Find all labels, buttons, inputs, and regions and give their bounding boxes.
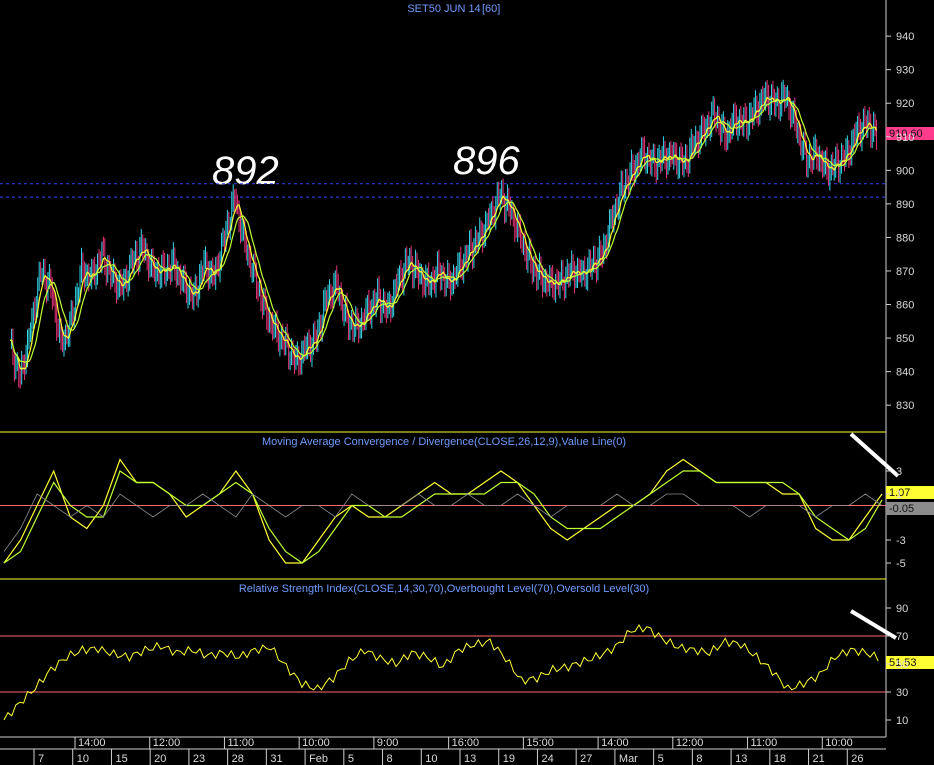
time-tick-label: 12:00: [153, 737, 181, 749]
rsi-chart-title: Relative Strength Index(CLOSE,14,30,70),…: [239, 583, 649, 595]
date-tick-label: 5: [658, 753, 664, 765]
date-tick-label: 26: [851, 753, 863, 765]
price-tick-label: 890: [896, 199, 914, 211]
date-tick-label: 19: [503, 753, 515, 765]
date-tick-label: 28: [232, 753, 244, 765]
price-tick-label: 920: [896, 98, 914, 110]
price-tick-label: 900: [896, 165, 914, 177]
price-tick-label: 840: [896, 367, 914, 379]
plot-background: [0, 0, 886, 765]
date-tick-label: 10: [425, 753, 437, 765]
annotation-892: 892: [212, 149, 279, 193]
price-tick-label: 860: [896, 300, 914, 312]
macd-tick-label: 1: [896, 489, 902, 501]
date-tick-label: Mar: [619, 753, 638, 765]
price-tick-label: 940: [896, 31, 914, 43]
time-tick-label: 16:00: [452, 737, 480, 749]
time-tick-label: 10:00: [825, 737, 853, 749]
date-tick-label: 23: [193, 753, 205, 765]
date-tick-label: 15: [115, 753, 127, 765]
rsi-tick-label: 10: [896, 715, 908, 727]
date-tick-label: 13: [464, 753, 476, 765]
price-tick-label: 930: [896, 65, 914, 77]
time-tick-label: 12:00: [676, 737, 704, 749]
date-tick-label: 20: [154, 753, 166, 765]
price-tick-label: 850: [896, 333, 914, 345]
macd-chart-title: Moving Average Convergence / Divergence(…: [262, 436, 626, 448]
time-tick-label: 14:00: [601, 737, 629, 749]
date-tick-label: 18: [774, 753, 786, 765]
date-tick-label: 24: [541, 753, 553, 765]
price-chart-interval: [60]: [482, 3, 500, 15]
price-tick-label: 880: [896, 232, 914, 244]
macd-tick-label: -3: [896, 535, 906, 547]
price-tick-label: 830: [896, 400, 914, 412]
price-tick-label: 870: [896, 266, 914, 278]
price-tick-label: 910: [896, 132, 914, 144]
date-tick-label: 21: [813, 753, 825, 765]
time-tick-label: 14:00: [78, 737, 106, 749]
date-tick-label: 10: [77, 753, 89, 765]
rsi-tick-label: 50: [896, 659, 908, 671]
time-tick-label: 11:00: [227, 737, 254, 749]
date-tick-label: 13: [735, 753, 747, 765]
date-tick-label: 31: [270, 753, 282, 765]
rsi-tick-label: 90: [896, 603, 908, 615]
macd-tick-label: 3: [896, 466, 902, 478]
date-tick-label: 27: [580, 753, 592, 765]
rsi-tick-label: 30: [896, 687, 908, 699]
price-chart-title: SET50 JUN 14: [407, 3, 480, 15]
rsi-tick-label: 70: [896, 631, 908, 643]
date-tick-label: 8: [387, 753, 393, 765]
date-tick-label: 8: [696, 753, 702, 765]
date-tick-label: 7: [38, 753, 44, 765]
time-tick-label: 9:00: [377, 737, 398, 749]
date-tick-label: Feb: [309, 753, 328, 765]
stock-chart: SET50 JUN 14 [60] Moving Average Converg…: [0, 0, 934, 765]
time-tick-label: 10:00: [302, 737, 330, 749]
macd-tick-label: -5: [896, 558, 906, 570]
annotation-896: 896: [453, 139, 520, 183]
time-tick-label: 15:00: [526, 737, 554, 749]
time-tick-label: 11:00: [751, 737, 778, 749]
date-tick-label: 5: [348, 753, 354, 765]
signal-value-label: -0.05: [889, 503, 914, 515]
